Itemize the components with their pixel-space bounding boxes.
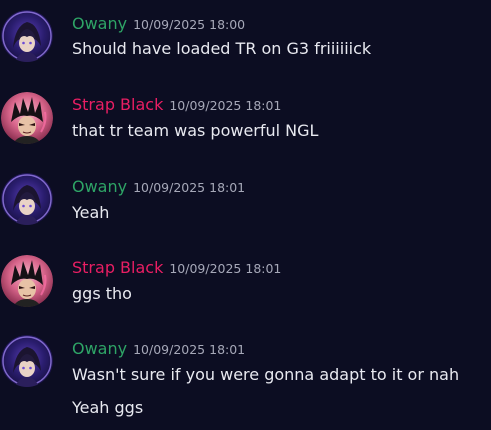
avatar-strap-black[interactable] — [1, 255, 53, 307]
message-header: Owany 10/09/2025 18:01 — [72, 177, 245, 199]
message-header: Owany 10/09/2025 18:00 — [72, 14, 245, 36]
message-header: Strap Black 10/09/2025 18:01 — [72, 258, 281, 280]
timestamp: 10/09/2025 18:01 — [169, 98, 282, 113]
author-name[interactable]: Owany — [72, 339, 127, 358]
avatar-owany[interactable] — [1, 10, 53, 62]
message-header: Owany 10/09/2025 18:01 — [72, 339, 245, 361]
chat-log: Owany 10/09/2025 18:00 Should have loaded… — [0, 0, 491, 430]
message-text: Should have loaded TR on G3 friiiiiick — [72, 39, 372, 58]
timestamp: 10/09/2025 18:01 — [169, 261, 282, 276]
timestamp: 10/09/2025 18:01 — [133, 180, 246, 195]
avatar-strap-black[interactable] — [1, 92, 53, 144]
author-name[interactable]: Owany — [72, 177, 127, 196]
timestamp: 10/09/2025 18:01 — [133, 342, 246, 357]
author-name[interactable]: Strap Black — [72, 258, 163, 277]
message-text: Yeah ggs — [72, 398, 144, 417]
message-text: that tr team was powerful NGL — [72, 121, 319, 140]
message-header: Strap Black 10/09/2025 18:01 — [72, 95, 281, 117]
author-name[interactable]: Owany — [72, 14, 127, 33]
avatar-owany[interactable] — [1, 335, 53, 387]
message-text: Wasn't sure if you were gonna adapt to i… — [72, 365, 460, 384]
message-text: Yeah — [72, 203, 110, 222]
author-name[interactable]: Strap Black — [72, 95, 163, 114]
message-text: ggs tho — [72, 284, 132, 303]
avatar-owany[interactable] — [1, 173, 53, 225]
timestamp: 10/09/2025 18:00 — [133, 17, 246, 32]
